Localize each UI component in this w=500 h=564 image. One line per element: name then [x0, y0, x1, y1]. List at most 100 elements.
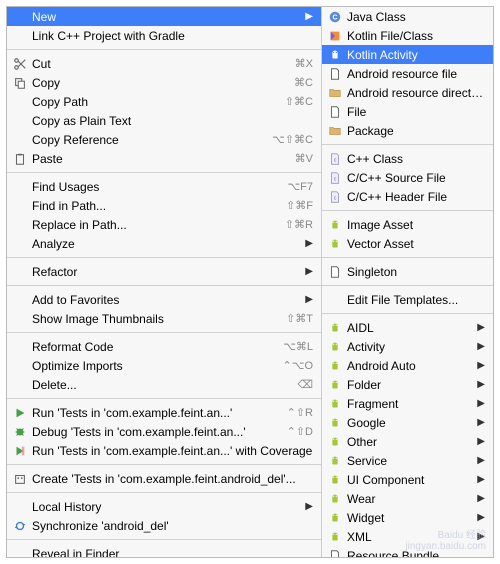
separator — [322, 313, 493, 314]
main_menu-item-replace-in-path[interactable]: Replace in Path...⇧⌘R — [7, 215, 321, 234]
menu-item-label: Find in Path... — [32, 199, 278, 213]
submenu-arrow-icon: ▶ — [477, 531, 485, 542]
menu-item-label: Image Asset — [347, 218, 485, 232]
sub_menu-item-service[interactable]: Service▶ — [322, 451, 493, 470]
menu-item-label: Singleton — [347, 265, 485, 279]
submenu-arrow-icon: ▶ — [477, 341, 485, 352]
kotlin-icon — [327, 28, 343, 44]
menu-item-shortcut: ⌃⌥O — [283, 359, 313, 372]
main_menu-item-delete[interactable]: Delete...⌫ — [7, 375, 321, 394]
android-icon — [327, 377, 343, 393]
sub_menu-item-android-resource-directory[interactable]: Android resource directory — [322, 83, 493, 102]
menu-item-label: Delete... — [32, 378, 289, 392]
sub_menu-item-google[interactable]: Google▶ — [322, 413, 493, 432]
android-icon — [327, 217, 343, 233]
separator — [322, 210, 493, 211]
main_menu-item-copy[interactable]: Copy⌘C — [7, 73, 321, 92]
menu-item-label: New — [32, 10, 299, 24]
main_menu-item-analyze[interactable]: Analyze▶ — [7, 234, 321, 253]
main_menu-item-cut[interactable]: Cut⌘X — [7, 54, 321, 73]
menu-item-label: Android Auto — [347, 359, 471, 373]
sub_menu-item-c-class[interactable]: cC++ Class — [322, 149, 493, 168]
sub_menu-item-aidl[interactable]: AIDL▶ — [322, 318, 493, 337]
menu-item-label: Reformat Code — [32, 340, 275, 354]
menu-item-label: C/C++ Source File — [347, 171, 485, 185]
main_menu-item-reveal-in-finder[interactable]: Reveal in Finder — [7, 544, 321, 557]
sub_menu-item-kotlin-activity[interactable]: Kotlin Activity — [322, 45, 493, 64]
main_menu-item-create-tests-in-com-example-fe[interactable]: Create 'Tests in 'com.example.feint.andr… — [7, 469, 321, 488]
main_menu-item-new[interactable]: New▶ — [7, 7, 321, 26]
submenu-arrow-icon: ▶ — [477, 474, 485, 485]
main_menu-item-local-history[interactable]: Local History▶ — [7, 497, 321, 516]
main_menu-item-add-to-favorites[interactable]: Add to Favorites▶ — [7, 290, 321, 309]
submenu-arrow-icon: ▶ — [477, 436, 485, 447]
sub_menu-item-folder[interactable]: Folder ▶ — [322, 375, 493, 394]
submenu-arrow-icon: ▶ — [477, 512, 485, 523]
menu-item-label: Edit File Templates... — [347, 293, 485, 307]
main_menu-item-find-in-path[interactable]: Find in Path...⇧⌘F — [7, 196, 321, 215]
main_menu-item-run-tests-in-com-example-feint[interactable]: Run 'Tests in 'com.example.feint.an...' … — [7, 441, 321, 460]
main_menu-item-debug-tests-in-com-example-fei[interactable]: Debug 'Tests in 'com.example.feint.an...… — [7, 422, 321, 441]
sub_menu-item-edit-file-templates[interactable]: Edit File Templates... — [322, 290, 493, 309]
menu-item-label: AIDL — [347, 321, 471, 335]
main_menu-item-find-usages[interactable]: Find Usages⌥F7 — [7, 177, 321, 196]
main_menu-item-paste[interactable]: Paste⌘V — [7, 149, 321, 168]
menu-item-label: Kotlin Activity — [347, 48, 485, 62]
sub_menu-item-singleton[interactable]: Singleton — [322, 262, 493, 281]
file-icon — [327, 264, 343, 280]
paste-icon — [12, 151, 28, 167]
sub_menu-item-android-resource-file[interactable]: Android resource file — [322, 64, 493, 83]
menu-item-label: Kotlin File/Class — [347, 29, 485, 43]
separator — [7, 464, 321, 465]
blank-icon — [12, 113, 28, 129]
sub_menu-item-kotlin-file-class[interactable]: Kotlin File/Class — [322, 26, 493, 45]
submenu-arrow-icon: ▶ — [477, 360, 485, 371]
sub_menu-item-widget[interactable]: Widget▶ — [322, 508, 493, 527]
sub_menu-item-ui-component[interactable]: UI Component▶ — [322, 470, 493, 489]
submenu-arrow-icon: ▶ — [305, 501, 313, 512]
blank-icon — [12, 264, 28, 280]
sub_menu-item-java-class[interactable]: CJava Class — [322, 7, 493, 26]
sub-menu-panel: CJava Class Kotlin File/Class Kotlin Activ… — [322, 7, 493, 557]
submenu-arrow-icon: ▶ — [477, 379, 485, 390]
menu-item-label: Wear — [347, 492, 471, 506]
sub_menu-item-resource-bundle[interactable]: Resource Bundle — [322, 546, 493, 557]
sub_menu-item-other[interactable]: Other▶ — [322, 432, 493, 451]
main_menu-item-copy-reference[interactable]: Copy Reference⌥⇧⌘C — [7, 130, 321, 149]
separator — [7, 332, 321, 333]
main_menu-item-refactor[interactable]: Refactor▶ — [7, 262, 321, 281]
main_menu-item-link-c-project-with-gradle[interactable]: Link C++ Project with Gradle — [7, 26, 321, 45]
menu-item-label: Replace in Path... — [32, 218, 277, 232]
sub_menu-item-wear[interactable]: Wear▶ — [322, 489, 493, 508]
main_menu-item-copy-as-plain-text[interactable]: Copy as Plain Text — [7, 111, 321, 130]
menu-item-label: Reveal in Finder — [32, 547, 313, 558]
android-icon — [327, 529, 343, 545]
menu-item-label: Folder — [347, 378, 471, 392]
sub_menu-item-android-auto[interactable]: Android Auto ▶ — [322, 356, 493, 375]
main_menu-item-optimize-imports[interactable]: Optimize Imports⌃⌥O — [7, 356, 321, 375]
sub_menu-item-fragment[interactable]: Fragment▶ — [322, 394, 493, 413]
main_menu-item-run-tests-in-com-example-feint[interactable]: Run 'Tests in 'com.example.feint.an...'⌃… — [7, 403, 321, 422]
menu-item-label: Resource Bundle — [347, 549, 485, 558]
main_menu-item-reformat-code[interactable]: Reformat Code⌥⌘L — [7, 337, 321, 356]
sub_menu-item-image-asset[interactable]: Image Asset — [322, 215, 493, 234]
menu-item-label: Run 'Tests in 'com.example.feint.an...' — [32, 406, 279, 420]
coverage-icon — [12, 443, 28, 459]
separator — [7, 492, 321, 493]
main_menu-item-copy-path[interactable]: Copy Path⇧⌘C — [7, 92, 321, 111]
separator — [322, 144, 493, 145]
sub_menu-item-package[interactable]: Package — [322, 121, 493, 140]
menu-item-shortcut: ⌘V — [295, 152, 313, 165]
sub_menu-item-file[interactable]: File — [322, 102, 493, 121]
menu-item-label: Find Usages — [32, 180, 279, 194]
sub_menu-item-c-c-source-file[interactable]: cC/C++ Source File — [322, 168, 493, 187]
sub_menu-item-vector-asset[interactable]: Vector Asset — [322, 234, 493, 253]
menu-item-shortcut: ⌘X — [295, 57, 313, 70]
main_menu-item-show-image-thumbnails[interactable]: Show Image Thumbnails⇧⌘T — [7, 309, 321, 328]
sub_menu-item-c-c-header-file[interactable]: cC/C++ Header File — [322, 187, 493, 206]
file-icon — [327, 104, 343, 120]
blank-icon — [12, 499, 28, 515]
sub_menu-item-xml[interactable]: XML▶ — [322, 527, 493, 546]
sub_menu-item-activity[interactable]: Activity▶ — [322, 337, 493, 356]
main_menu-item-synchronize-android-del[interactable]: Synchronize 'android_del' — [7, 516, 321, 535]
